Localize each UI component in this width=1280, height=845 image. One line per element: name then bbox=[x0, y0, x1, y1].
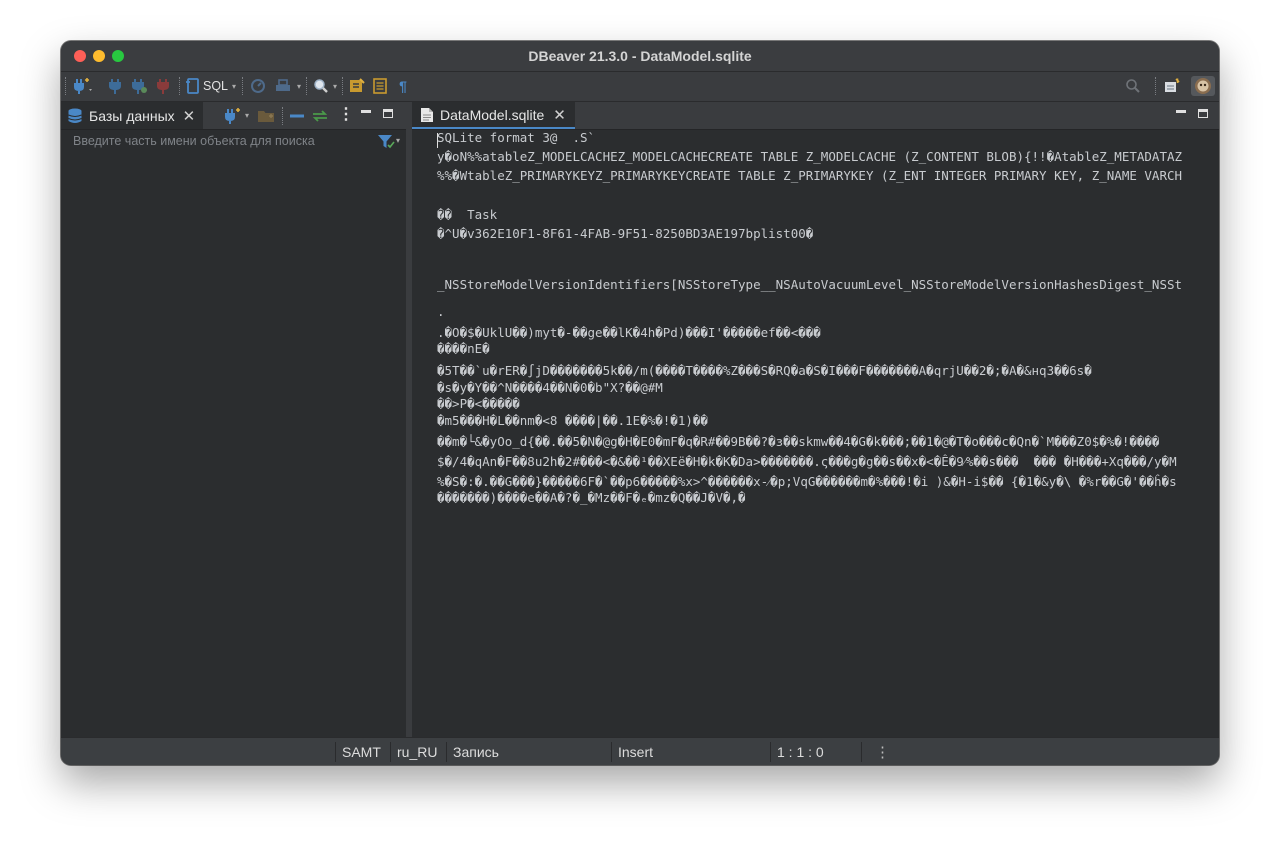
sql-editor-button[interactable]: SQL bbox=[184, 76, 230, 96]
status-bar: SAMT ru_RU Запись Insert 1 : 1 : 0 ⋮ bbox=[61, 737, 1219, 765]
editor-line: ��>P�<����� bbox=[437, 396, 520, 411]
toolbar-separator bbox=[306, 77, 309, 95]
main-toolbar: SQL ▾ ▾ ▾ ¶ bbox=[61, 72, 1219, 102]
editor-line: �s�y�Y��^N����4��N�0�b"X?��@#M bbox=[437, 380, 663, 395]
toolbar-separator bbox=[282, 107, 285, 125]
view-menu-icon[interactable]: ⋮ bbox=[338, 106, 354, 126]
sql-label: SQL bbox=[202, 79, 228, 93]
open-script-icon[interactable] bbox=[347, 76, 367, 96]
editor-line: ��m�└&�yOo_d{��.��5�N�@g�H�E0�mF�q�R#��9… bbox=[437, 434, 1160, 449]
editor-line: $�/4�qAn�F��8u2h�2#���<�&��¹��XEë�H�k�K�… bbox=[437, 454, 1177, 469]
database-navigator-panel: Базы данных ✕ ▾ ⋮ Введите часть имени об… bbox=[61, 102, 407, 737]
status-mode: Запись bbox=[453, 744, 499, 760]
editor-line: ����nE� bbox=[437, 341, 490, 356]
status-menu-icon[interactable]: ⋮ bbox=[869, 738, 890, 765]
show-script-icon[interactable] bbox=[370, 76, 390, 96]
tab-databases[interactable]: Базы данных ✕ bbox=[61, 102, 203, 129]
editor-tab-bar: DataModel.sqlite ✕ bbox=[412, 102, 1219, 130]
editor-line: .�O�$�UklU��)myt�-��ge��lK�4h�Pd)���I'��… bbox=[437, 325, 821, 340]
database-icon bbox=[68, 108, 82, 123]
connect-icon[interactable] bbox=[106, 76, 124, 96]
minimize-editor-icon[interactable] bbox=[1176, 110, 1186, 113]
editor-line: �������)����e��A�?�_�Mz��F�ₑ�mz�Q��J�V�,… bbox=[437, 490, 746, 505]
toolbar-separator bbox=[342, 77, 345, 95]
window-title: DBeaver 21.3.0 - DataModel.sqlite bbox=[528, 48, 752, 64]
navigator-search-input[interactable]: Введите часть имени объекта для поиска bbox=[73, 134, 315, 148]
close-tab-icon[interactable]: ✕ bbox=[183, 107, 196, 125]
editor-line: �5T��`u�rER�∫jD�������5k��/m(����T����%Z… bbox=[437, 363, 1092, 378]
global-search-icon[interactable] bbox=[1123, 76, 1143, 96]
editor-tab-label: DataModel.sqlite bbox=[440, 106, 545, 123]
text-editor[interactable]: SQLite format 3@ .S` y�oN%%atableZ_MODEL… bbox=[437, 129, 1212, 729]
disconnect-icon[interactable] bbox=[154, 76, 174, 96]
new-folder-icon[interactable] bbox=[257, 106, 277, 126]
toolbar-grip bbox=[65, 77, 68, 95]
transaction-mode-icon[interactable] bbox=[247, 76, 269, 96]
reconnect-icon[interactable] bbox=[129, 76, 149, 96]
filter-dropdown-arrow[interactable]: ▾ bbox=[396, 136, 400, 145]
maximize-panel-icon[interactable] bbox=[383, 109, 393, 118]
status-timezone: SAMT bbox=[342, 744, 381, 760]
new-connection-dropdown-arrow[interactable]: ▾ bbox=[245, 106, 253, 126]
dbeaver-perspective-icon[interactable] bbox=[1191, 76, 1215, 96]
title-bar: DBeaver 21.3.0 - DataModel.sqlite bbox=[61, 41, 1219, 72]
editor-line: %�S�:�.��G���}�����6F�`��p6�����%x>^����… bbox=[437, 474, 1177, 489]
toolbar-separator bbox=[1155, 77, 1158, 95]
editor-line: %%�WtableZ_PRIMARYKEYZ_PRIMARYKEYCREATE … bbox=[437, 168, 1183, 183]
file-icon bbox=[421, 107, 433, 122]
navigator-header: Базы данных ✕ ▾ ⋮ bbox=[61, 102, 406, 130]
new-connection-icon[interactable] bbox=[70, 76, 96, 96]
search-dropdown-arrow[interactable]: ▾ bbox=[331, 76, 339, 96]
close-editor-tab-icon[interactable]: ✕ bbox=[553, 106, 566, 124]
new-connection-icon[interactable] bbox=[223, 106, 245, 126]
tab-databases-label: Базы данных bbox=[89, 107, 175, 124]
filter-icon[interactable] bbox=[377, 134, 395, 150]
editor-line: SQLite format 3@ .S` bbox=[437, 130, 596, 145]
sql-dropdown-arrow[interactable]: ▾ bbox=[230, 76, 238, 96]
editor-line: _NSStoreModelVersionIdentifiers[NSStoreT… bbox=[437, 277, 1183, 292]
toolbar-separator bbox=[179, 77, 182, 95]
editor-line: y�oN%%atableZ_MODELCACHEZ_MODELCACHECREA… bbox=[437, 149, 1183, 164]
collapse-all-icon[interactable] bbox=[289, 106, 307, 126]
status-insert-mode[interactable]: Insert bbox=[612, 738, 770, 765]
sql-editor-icon bbox=[185, 78, 199, 94]
editor-line: �^U�v362E10F1-8F61-4FAB-9F51-8250BD3AE19… bbox=[437, 226, 814, 241]
editor-line: �m5���H�L��nm�<8 ����|��.1E�%�!�1)�� bbox=[437, 413, 708, 428]
minimize-panel-icon[interactable] bbox=[361, 110, 371, 113]
search-tool-icon[interactable] bbox=[311, 76, 331, 96]
dbeaver-window: DBeaver 21.3.0 - DataModel.sqlite SQL ▾ bbox=[61, 41, 1219, 765]
pilcrow-icon[interactable]: ¶ bbox=[395, 76, 411, 96]
status-cursor-position[interactable]: 1 : 1 : 0 bbox=[771, 738, 861, 765]
maximize-editor-icon[interactable] bbox=[1198, 109, 1208, 118]
navigator-search-row: Введите часть имени объекта для поиска ▾ bbox=[61, 130, 406, 154]
toolbar-separator bbox=[242, 77, 245, 95]
status-divider bbox=[861, 742, 862, 762]
editor-line: �� Task bbox=[437, 207, 498, 222]
link-with-editor-icon[interactable] bbox=[311, 106, 329, 126]
commit-dropdown-arrow[interactable]: ▾ bbox=[295, 76, 303, 96]
tab-datamodel-sqlite[interactable]: DataModel.sqlite ✕ bbox=[412, 102, 575, 129]
editor-line: . bbox=[437, 304, 445, 319]
open-perspective-icon[interactable] bbox=[1161, 76, 1183, 96]
commit-mode-icon[interactable] bbox=[271, 76, 295, 96]
editor-panel: DataModel.sqlite ✕ SQLite format 3@ .S` … bbox=[412, 102, 1219, 737]
status-locale: ru_RU bbox=[397, 744, 438, 760]
